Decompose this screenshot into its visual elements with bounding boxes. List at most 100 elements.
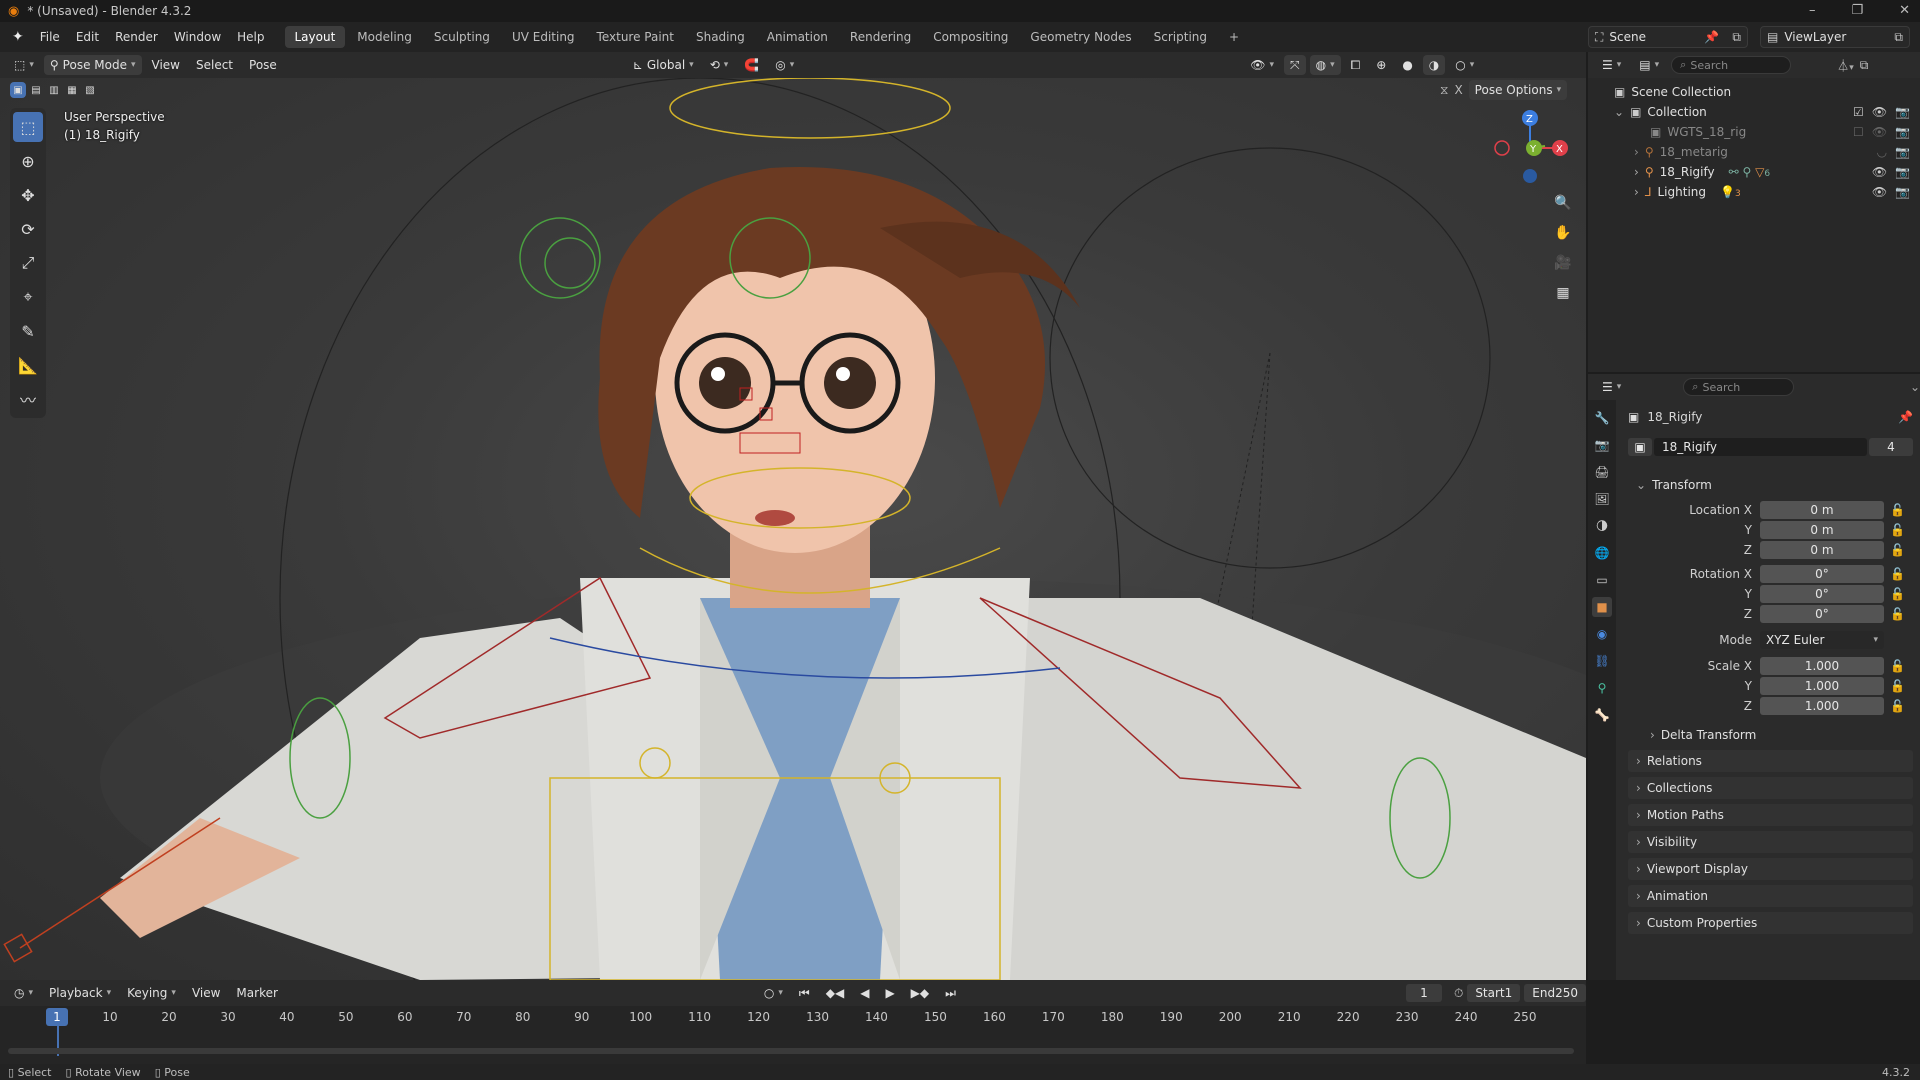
lock-icon[interactable]: 🔓 [1890, 699, 1905, 713]
outliner-row-rigify[interactable]: › ⚲ 18_Rigify ⚯ ⚲ ▽6 👁 📷 [1588, 162, 1920, 182]
visibility-panel[interactable]: › Visibility [1628, 831, 1913, 853]
new-collection-icon[interactable]: ⧉ [1860, 58, 1869, 73]
lock-icon[interactable]: 🔓 [1890, 679, 1905, 693]
overlay-toggle-icon[interactable]: ◍ ▾ [1309, 55, 1341, 75]
playhead-marker[interactable]: 1 [46, 1008, 68, 1026]
lock-icon[interactable]: 🔓 [1890, 659, 1905, 673]
collections-panel[interactable]: › Collections [1628, 777, 1913, 799]
navigation-gizmo[interactable]: Z X Y [1490, 108, 1570, 188]
tab-layout[interactable]: Layout [284, 26, 346, 48]
jump-end-icon[interactable]: ⏭ [939, 983, 962, 1003]
menu-help[interactable]: Help [229, 22, 272, 52]
tab-uv-editing[interactable]: UV Editing [502, 26, 585, 48]
camera-icon[interactable]: 📷 [1895, 165, 1910, 179]
end-frame-field[interactable]: End 250 [1524, 984, 1586, 1002]
scale-z-field[interactable]: 1.000 [1760, 697, 1884, 715]
menu-render[interactable]: Render [107, 22, 166, 52]
select-box-icon[interactable]: ⬚ [13, 112, 43, 142]
bone-tab-icon[interactable]: 🦴 [1592, 705, 1612, 725]
viewport-display-panel[interactable]: › Viewport Display [1628, 858, 1913, 880]
rotation-z-field[interactable]: 0° [1760, 605, 1884, 623]
camera-icon[interactable]: 📷 [1895, 145, 1910, 159]
outliner-row-lighting[interactable]: › ⅃ Lighting 💡3 👁 📷 [1588, 182, 1920, 202]
camera-icon[interactable]: 📷 [1895, 185, 1910, 199]
tab-animation[interactable]: Animation [757, 26, 838, 48]
select-menu[interactable]: Select [190, 55, 239, 75]
new-viewlayer-icon[interactable]: ⧉ [1894, 30, 1903, 45]
select-extend-icon[interactable]: ▤ [28, 82, 44, 98]
keying-menu[interactable]: Keying ▾ [121, 983, 182, 1003]
datablock-name-field[interactable]: 18_Rigify [1654, 438, 1867, 456]
orientation-dropdown[interactable]: ⊾ Global ▾ [627, 55, 700, 75]
outliner-row-scene-collection[interactable]: ▣ Scene Collection [1588, 82, 1920, 102]
scene-selector[interactable]: ⛶ Scene 📌 ⧉ [1588, 26, 1748, 48]
move-icon[interactable]: ✥ [13, 180, 43, 210]
timeline-scrollbar[interactable] [8, 1048, 1574, 1054]
properties-editor-icon[interactable]: ☰ ▾ [1596, 377, 1627, 397]
lock-icon[interactable]: 🔓 [1890, 567, 1905, 581]
tab-shading[interactable]: Shading [686, 26, 755, 48]
scale-y-field[interactable]: 1.000 [1760, 677, 1884, 695]
eye-closed-icon[interactable]: ◡ [1877, 145, 1887, 159]
rendered-shading-icon[interactable]: ○ ▾ [1449, 55, 1480, 75]
rotation-y-field[interactable]: 0° [1760, 585, 1884, 603]
measure-icon[interactable]: 📐 [13, 350, 43, 380]
physics-tab-icon[interactable]: ◉ [1592, 624, 1612, 644]
ortho-grid-icon[interactable]: ▦ [1550, 280, 1576, 306]
chevron-right-icon[interactable]: › [1634, 165, 1639, 179]
jump-start-icon[interactable]: ⏮ [793, 983, 816, 1003]
menu-window[interactable]: Window [166, 22, 229, 52]
lock-icon[interactable]: 🔓 [1890, 523, 1905, 537]
editor-type-button[interactable]: ⬚ ▾ [8, 55, 40, 75]
tab-sculpting[interactable]: Sculpting [424, 26, 500, 48]
blender-menu-icon[interactable]: ✦ [0, 29, 32, 45]
lock-icon[interactable]: 🔓 [1890, 543, 1905, 557]
motion-paths-panel[interactable]: › Motion Paths [1628, 804, 1913, 826]
camera-view-icon[interactable]: 🎥 [1550, 250, 1576, 276]
record-icon[interactable]: ○ ▾ [758, 983, 789, 1003]
chevron-down-icon[interactable]: ⌄ [1614, 105, 1624, 119]
select-new-icon[interactable]: ▣ [10, 82, 26, 98]
snap-icon[interactable]: 🧲 [738, 55, 765, 75]
annotate-icon[interactable]: ✎ [13, 316, 43, 346]
select-invert-icon[interactable]: ▦ [64, 82, 80, 98]
view-menu[interactable]: View [146, 55, 186, 75]
eye-icon[interactable]: 👁 [1872, 105, 1887, 119]
scale-x-field[interactable]: 1.000 [1760, 657, 1884, 675]
prev-keyframe-icon[interactable]: ◆◀ [820, 983, 850, 1003]
mirror-x-label[interactable]: X [1454, 83, 1462, 97]
eye-icon[interactable]: 👁 [1872, 125, 1887, 139]
eye-icon[interactable]: 👁 [1872, 165, 1887, 179]
world-tab-icon[interactable]: 🌐 [1592, 543, 1612, 563]
next-keyframe-icon[interactable]: ▶◆ [905, 983, 935, 1003]
outliner-search-input[interactable]: ⌕ Search [1671, 56, 1792, 74]
select-subtract-icon[interactable]: ▥ [46, 82, 62, 98]
object-tab-icon[interactable]: ■ [1592, 597, 1612, 617]
eye-icon[interactable]: 👁 [1872, 185, 1887, 199]
animation-panel[interactable]: › Animation [1628, 885, 1913, 907]
pose-options-dropdown[interactable]: Pose Options ▾ [1468, 80, 1568, 100]
cursor-icon[interactable]: ⊕ [13, 146, 43, 176]
outliner-editor-icon[interactable]: ☰ ▾ [1596, 55, 1627, 75]
lock-icon[interactable]: 🔓 [1890, 607, 1905, 621]
start-frame-field[interactable]: Start 1 [1467, 984, 1521, 1002]
chevron-right-icon[interactable]: › [1634, 145, 1639, 159]
location-z-field[interactable]: 0 m [1760, 541, 1884, 559]
outliner-row-wgts[interactable]: ▣ WGTS_18_rig ☐ 👁 📷 [1588, 122, 1920, 142]
lock-icon[interactable]: 🔓 [1890, 587, 1905, 601]
outliner-row-metarig[interactable]: › ⚲ 18_metarig ◡ 📷 [1588, 142, 1920, 162]
filter-icon[interactable]: ⏃▾ [1837, 57, 1854, 74]
lock-icon[interactable]: 🔓 [1890, 503, 1905, 517]
pose-menu[interactable]: Pose [243, 55, 283, 75]
solid-shading-icon[interactable]: ● [1396, 55, 1418, 75]
tab-rendering[interactable]: Rendering [840, 26, 921, 48]
minimize-icon[interactable]: – [1809, 3, 1816, 18]
delta-transform-subpanel[interactable]: › Delta Transform [1642, 724, 1912, 746]
visibility-icon[interactable]: 👁 ▾ [1244, 55, 1280, 75]
zoom-icon[interactable]: 🔍 [1550, 190, 1576, 216]
datablock-browse-icon[interactable]: ▣ [1628, 438, 1652, 456]
relax-pose-icon[interactable]: 〰 [13, 384, 43, 414]
pivot-icon[interactable]: ⟲ ▾ [704, 55, 735, 75]
viewlayer-selector[interactable]: ▤ ViewLayer ⧉ [1760, 26, 1910, 48]
xray-icon[interactable]: ⧠ [1345, 55, 1367, 75]
